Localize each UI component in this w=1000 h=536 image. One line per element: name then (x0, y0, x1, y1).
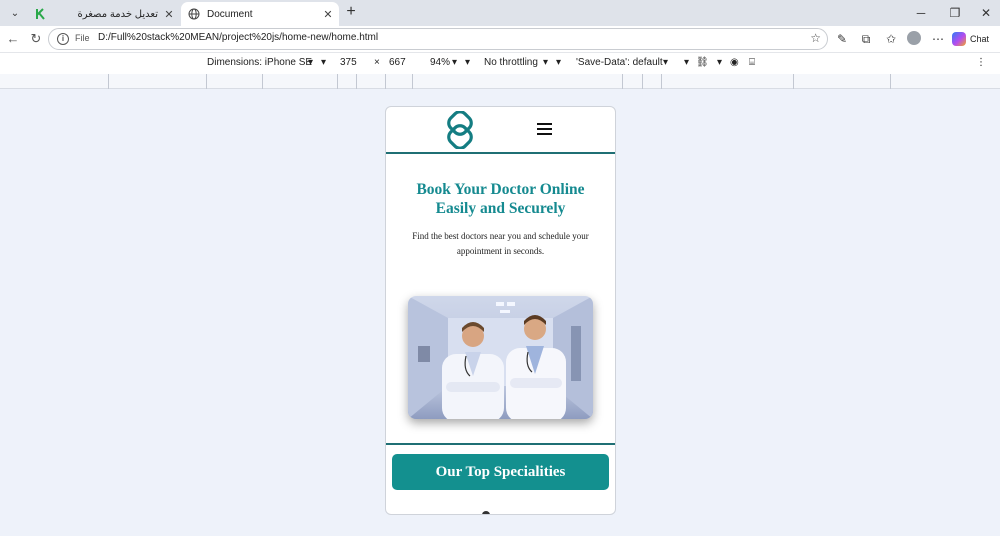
ruler-mark (642, 74, 643, 89)
device-frame-icon[interactable]: ⌸ (749, 57, 755, 68)
k-logo-icon (34, 7, 48, 21)
ruler-mark (262, 74, 263, 89)
caret-down-icon[interactable]: ▾ (556, 57, 561, 68)
close-icon[interactable]: ✕ (162, 8, 176, 21)
browser-tab-bar: ⌄ تعديل خدمة مصغرة ✕ Document ✕ + ─ ❐ ✕ (0, 0, 1000, 26)
copilot-icon (952, 31, 966, 46)
address-bar[interactable]: i File D:/Full%20stack%20MEAN/project%20… (48, 28, 828, 50)
extensions-icon[interactable]: ⧉ (857, 30, 875, 48)
tab-search-button[interactable]: ⌄ (6, 4, 24, 22)
ruler-mark (356, 74, 357, 89)
ruler-mark (108, 74, 109, 89)
back-arrow-icon[interactable]: ← (4, 30, 22, 48)
chevron-down-icon: ⌄ (10, 7, 20, 19)
avatar[interactable] (907, 31, 921, 45)
tab-title: تعديل خدمة مصغرة (77, 8, 158, 20)
eye-icon[interactable]: ◉ (730, 57, 739, 68)
caret-down-icon[interactable]: ▾ (717, 57, 722, 68)
save-data-select[interactable]: 'Save-Data': default (576, 57, 663, 68)
browser-toolbar: ← ↻ i File D:/Full%20stack%20MEAN/projec… (0, 26, 1000, 52)
close-icon[interactable]: ✕ (321, 8, 335, 21)
caret-down-icon[interactable]: ▾ (465, 57, 470, 68)
restore-icon[interactable]: ❐ (945, 4, 965, 22)
hero-subtitle: Find the best doctors near you and sched… (412, 231, 589, 256)
more-options-icon[interactable]: ⋮ (976, 57, 986, 68)
ruler-mark (206, 74, 207, 89)
ruler-mark (793, 74, 794, 89)
ruler-mark (622, 74, 623, 89)
device-dimensions-select[interactable]: Dimensions: iPhone SE (207, 57, 312, 68)
star-icon[interactable]: ☆ (810, 31, 821, 45)
link-icon[interactable]: ⛓ (696, 57, 709, 68)
doctors-hero-image (408, 296, 593, 419)
caret-down-icon[interactable]: ▾ (452, 57, 457, 68)
hero-title: Book Your Doctor Online Easily and Secur… (416, 181, 585, 217)
hamburger-icon[interactable] (537, 123, 552, 135)
new-tab-button[interactable]: + (342, 4, 360, 22)
viewport-height-input[interactable]: 667 (389, 57, 406, 68)
device-toolbar: Dimensions: iPhone SE ▾ ▾ 375 × 667 94% … (0, 52, 1000, 74)
throttling-select[interactable]: No throttling (484, 57, 538, 68)
chat-label: Chat (970, 33, 990, 44)
caret-down-icon[interactable]: ▾ (321, 57, 326, 68)
ruler-mark (661, 74, 662, 89)
tab-active[interactable]: Document ✕ (181, 2, 339, 26)
copilot-chat-button[interactable]: Chat (952, 30, 989, 47)
top-specialities-button[interactable]: Our Top Specialities (392, 454, 609, 490)
tab-title: Document (207, 8, 253, 20)
caret-down-icon[interactable]: ▾ (684, 57, 689, 68)
device-viewport: Book Your Doctor Online Easily and Secur… (385, 106, 616, 515)
viewport-width-input[interactable]: 375 (340, 57, 357, 68)
pen-icon[interactable]: ✎ (833, 30, 851, 48)
caret-down-icon[interactable]: ▾ (663, 57, 668, 68)
ruler-mark (337, 74, 338, 89)
globe-icon (187, 7, 201, 21)
caret-down-icon[interactable]: ▾ (543, 57, 548, 68)
minimize-icon[interactable]: ─ (911, 4, 931, 22)
url-text[interactable]: D:/Full%20stack%20MEAN/project%20js/home… (98, 32, 378, 43)
ruler-mark (890, 74, 891, 89)
tab-inactive[interactable]: تعديل خدمة مصغرة ✕ (28, 2, 180, 26)
info-icon[interactable]: i (57, 33, 69, 45)
medical-cross-logo-icon[interactable] (441, 111, 479, 149)
site-header (386, 107, 615, 154)
url-scheme: File (75, 33, 90, 43)
favorites-icon[interactable]: ✩ (882, 30, 900, 48)
media-query-ruler[interactable] (0, 74, 1000, 89)
scroll-indicator (482, 511, 490, 514)
zoom-select[interactable]: 94% (430, 57, 450, 68)
more-icon[interactable]: ⋯ (929, 30, 947, 48)
close-window-icon[interactable]: ✕ (976, 4, 996, 22)
ruler-mark (385, 74, 386, 89)
reload-icon[interactable]: ↻ (27, 30, 45, 48)
ruler-mark (412, 74, 413, 89)
section-divider (386, 443, 615, 445)
caret-down-icon[interactable]: ▾ (308, 57, 313, 68)
dimension-times: × (374, 57, 380, 68)
